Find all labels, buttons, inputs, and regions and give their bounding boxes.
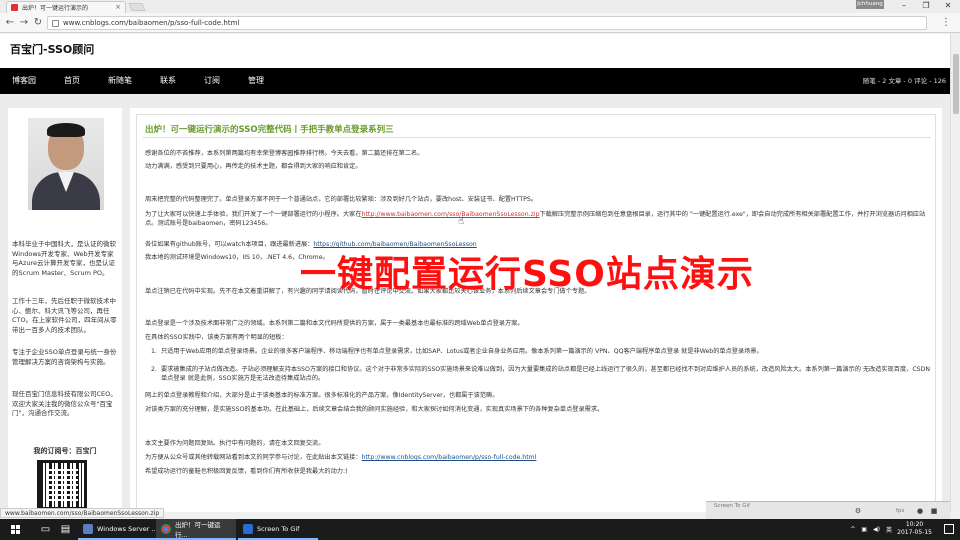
nav-item-cnblogs[interactable]: 博客园 <box>12 68 36 94</box>
favicon-icon <box>11 4 18 11</box>
network-icon[interactable]: ▣ <box>861 526 867 533</box>
desktop: 出炉！可一键运行演示的 × Jchhuang – ❐ ✕ ← → ↻ www.c… <box>0 0 960 540</box>
new-tab-button[interactable] <box>128 3 146 11</box>
github-text: 各位如果有github账号，可以watch本项目，跟进最新进展： <box>145 241 314 248</box>
nav-item-subscribe[interactable]: 订阅 <box>204 68 220 94</box>
scrollbar-thumb[interactable] <box>953 54 959 114</box>
settings-icon[interactable]: ⚙ <box>854 507 862 515</box>
blog-stats: 随笔 - 2 文章 - 0 评论 - 126 <box>862 77 946 85</box>
maximize-icon[interactable]: ❐ <box>916 1 936 11</box>
minimize-icon[interactable]: – <box>894 1 914 11</box>
author-avatar <box>28 118 104 210</box>
list-item-text: 要求被集成的子站点做改造。子站必须理解支持本SSO方案的接口和协议。这个对于非常… <box>161 366 930 382</box>
link-status-bar: www.baibaomen.com/sso/BaibaomenSsoLesson… <box>0 508 165 518</box>
bio-paragraph-2: 工作十三年，先后任职于微软技术中心、鲍尔、科大讯飞等公司，再任CTO。在上家软件… <box>12 297 117 334</box>
site-title[interactable]: 百宝门-SSO顾问 <box>10 41 94 57</box>
post-paragraph: 网上的单点登录教程和介绍，大部分是止于该类基本的标准方案。很多标准化的产品方案，… <box>145 392 499 399</box>
notification-icon[interactable] <box>944 524 954 534</box>
start-button[interactable] <box>0 519 30 540</box>
back-icon[interactable]: ← <box>4 17 16 29</box>
taskbar-screen-to-gif[interactable]: Screen To Gif <box>238 519 318 540</box>
taskbar-item-label: 出炉！可一键运行... <box>175 520 221 539</box>
site-navbar: 博客园 首页 新随笔 联系 订阅 管理 随笔 - 2 文章 - 0 评论 - 1… <box>0 68 950 94</box>
close-window-icon[interactable]: ✕ <box>938 1 958 11</box>
page-info-icon[interactable] <box>52 19 59 27</box>
post-container: 出炉！可一键运行演示的SSO完整代码丨手把手教单点登录系列三 感谢各位的不吝推荐… <box>130 108 942 512</box>
list-item: 1. 只适用于Web应用的单点登录场景。企业的很多客户端程序、移动端程序也有单点登… <box>151 348 763 355</box>
taskbar-server-manager[interactable]: Windows Server ... <box>78 519 164 540</box>
screen-to-gif-icon <box>243 523 253 534</box>
post-paragraph: 在具体的SSO实践中，该类方案有两个明显的短板： <box>145 334 288 341</box>
post-paragraph: 本文主要作为问题回复贴。执行中有问题的，请在本文回复交流。 <box>145 440 325 447</box>
taskbar-item-label: Windows Server ... <box>97 524 158 533</box>
post-paragraph: 希望成功运行的童鞋也积极回复反馈，看到你们有所收获是我最大的动力:) <box>145 468 348 475</box>
page-scrollbar[interactable] <box>950 34 960 512</box>
post-paragraph: 单点登录是一个涉及技术面非常广泛的领域。本系列第二篇和本文代码所提供的方案，属于… <box>145 320 524 327</box>
chevron-up-icon[interactable]: ^ <box>850 526 855 533</box>
bio-paragraph-1: 本科毕业于中国科大，是认证的微软Windows开发专家、Web开发专家与Azur… <box>12 240 116 277</box>
download-text: 为了让大家可以快速上手体验，我们开发了一个一键部署运行的小程序。大家在 <box>145 211 362 218</box>
sidebar: 本科毕业于中国科大，是认证的微软Windows开发专家、Web开发专家与Azur… <box>8 108 122 512</box>
windows-taskbar: ▭ ▤ Windows Server ... 出炉！可一键运行... Scree… <box>0 519 960 540</box>
browser-tab-active[interactable]: 出炉！可一键运行演示的 × <box>6 1 126 13</box>
forward-icon[interactable]: → <box>18 17 30 29</box>
tab-title: 出炉！可一键运行演示的 <box>22 5 89 12</box>
browser-toolbar: ← → ↻ www.cnblogs.com/baibaomen/p/sso-fu… <box>0 13 960 33</box>
nav-item-new-post[interactable]: 新随笔 <box>108 68 132 94</box>
input-method-icon[interactable]: 英 <box>886 525 892 534</box>
browser-menu-icon[interactable]: ⋮ <box>941 17 951 29</box>
volume-icon[interactable]: ◀) <box>873 526 880 533</box>
chrome-icon <box>161 523 171 534</box>
address-bar[interactable]: www.cnblogs.com/baibaomen/p/sso-full-cod… <box>47 16 927 30</box>
screen-to-gif-panel: Screen To Gif fps ⚙ ● ■ <box>706 501 950 521</box>
qr-code-image <box>37 460 87 510</box>
nav-item-home[interactable]: 首页 <box>64 68 80 94</box>
list-item-text: 只适用于Web应用的单点登录场景。企业的很多客户端程序、移动端程序也有单点登录需… <box>161 348 763 355</box>
task-view-icon[interactable]: ▭ <box>40 524 51 535</box>
server-icon <box>83 523 93 534</box>
address-url: www.cnblogs.com/baibaomen/p/sso-full-cod… <box>63 19 240 27</box>
post-link-text: 为方便从公众号或其他转载网站看到本文的同学参与讨论，在此贴出本文链接： <box>145 454 362 461</box>
site-header: 百宝门-SSO顾问 <box>0 34 950 68</box>
list-item: 2. 要求被集成的子站点做改造。子站必须理解支持本SSO方案的接口和协议。这个对于… <box>151 366 930 382</box>
taskbar-clock[interactable]: 10:20 2017-05-15 <box>897 521 932 537</box>
record-icon[interactable]: ● <box>916 507 924 515</box>
post-paragraph: 周末把完整的代码整理完了。单点登录方案不同于一个普通站点，它的部署比较繁琐：涉及… <box>145 196 537 203</box>
subscribe-title: 我的订阅号：百宝门 <box>33 447 97 455</box>
browser-tab-strip: 出炉！可一键运行演示的 × Jchhuang – ❐ ✕ <box>0 0 960 13</box>
taskbar-item-label: Screen To Gif <box>257 524 300 533</box>
post-title[interactable]: 出炉！可一键运行演示的SSO完整代码丨手把手教单点登录系列三 <box>145 123 394 135</box>
taskbar-chrome[interactable]: 出炉！可一键运行... <box>156 519 236 540</box>
hand-cursor-icon: ☝ <box>458 216 465 227</box>
gif-panel-title: Screen To Gif <box>714 503 750 509</box>
post-paragraph: 对该类方案的充分理解，是实施SSO的基本功。在此基础上，后续文章会结合我的顾问实… <box>145 406 604 413</box>
download-link[interactable]: http://www.baibaomen.com/sso/BaibaomenSs… <box>362 211 540 218</box>
post-body: 出炉！可一键运行演示的SSO完整代码丨手把手教单点登录系列三 感谢各位的不吝推荐… <box>136 114 936 512</box>
close-tab-icon[interactable]: × <box>115 4 121 11</box>
stop-icon[interactable]: ■ <box>930 507 938 515</box>
gif-fps-label: fps <box>896 508 905 514</box>
bio-paragraph-3: 专注于企业SSO单点登录与统一身份管理解决方案的咨询架构与实施。 <box>12 348 117 366</box>
nav-item-manage[interactable]: 管理 <box>248 68 264 94</box>
post-paragraph: 感谢各位的不吝推荐，本系列第两篇均有幸荣登博客园推荐排行榜。今天去看，第二篇还排… <box>145 150 424 157</box>
post-paragraph-link: 为方便从公众号或其他转载网站看到本文的同学参与讨论，在此贴出本文链接：http:… <box>145 453 931 462</box>
post-permalink[interactable]: http://www.cnblogs.com/baibaomen/p/sso-f… <box>362 454 537 461</box>
nav-item-contact[interactable]: 联系 <box>160 68 176 94</box>
clock-date: 2017-05-15 <box>897 529 932 536</box>
profile-badge[interactable]: Jchhuang <box>856 0 884 9</box>
video-caption-overlay: 一键配置运行SSO站点演示 <box>300 254 754 295</box>
reload-icon[interactable]: ↻ <box>32 17 44 29</box>
clock-time: 10:20 <box>905 521 924 528</box>
file-explorer-icon[interactable]: ▤ <box>60 524 71 535</box>
post-paragraph: 动力满满，感受到只要用心，再传走的技术主题，都会得到大家的响应和肯定。 <box>145 163 362 170</box>
bio-paragraph-4: 现任百宝门信息科技有限公司CEO。欢迎大家关注我的微信公众号"百宝门"，沟通合作… <box>12 390 117 417</box>
post-paragraph-download: 为了让大家可以快速上手体验，我们开发了一个一键部署运行的小程序。大家在http:… <box>145 210 931 228</box>
title-divider <box>143 137 931 138</box>
